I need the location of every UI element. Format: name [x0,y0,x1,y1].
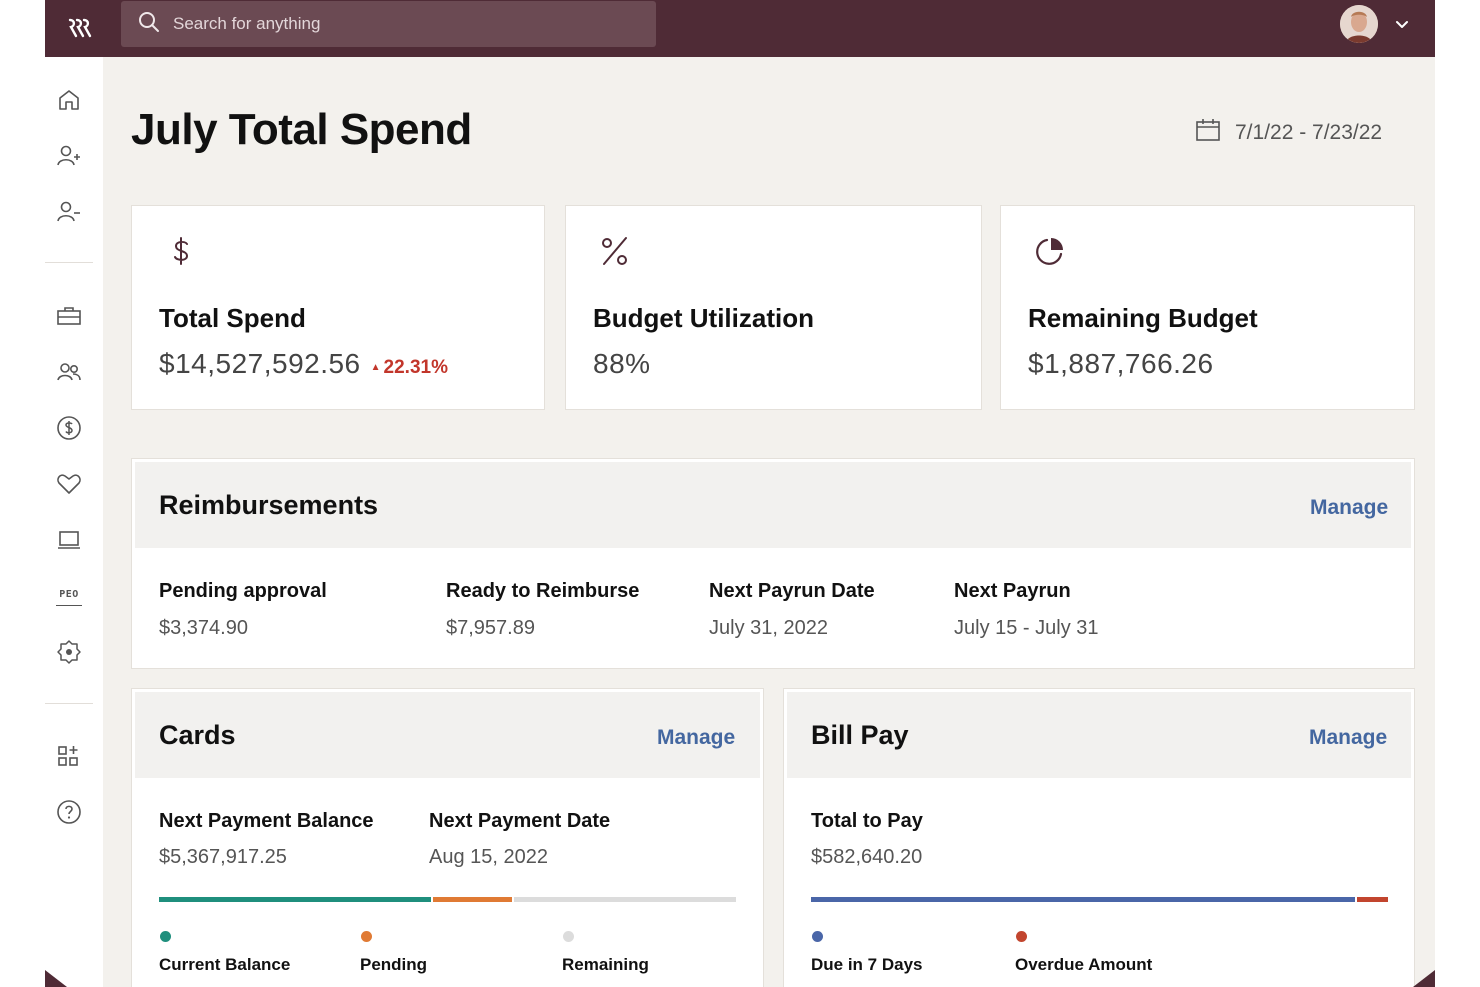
search-icon [137,10,161,39]
field-label: Next Payment Date [429,810,611,832]
top-bar [45,0,1435,57]
manage-reimbursements-link[interactable]: Manage [1310,496,1388,520]
panel-title: Cards [159,720,236,750]
calendar-icon [1195,117,1235,149]
legend-label: Pending [360,955,428,974]
chevron-down-icon[interactable] [1392,14,1412,34]
field-value: Aug 15, 2022 [429,846,548,868]
change-badge: ▲ 22.31% [371,357,448,378]
legend-label: Due in 7 Days [811,955,923,974]
arrow-up-icon: ▲ [370,362,381,373]
pie-chart-icon [1033,234,1067,268]
percent-icon [598,234,632,268]
settings-icon[interactable] [56,639,82,665]
manage-bill-pay-link[interactable]: Manage [1309,726,1387,750]
bar-segment-due-in-7-days [811,897,1355,902]
peo-icon[interactable]: PEO [56,588,82,606]
avatar[interactable] [1340,5,1378,43]
bar-segment-remaining [514,897,736,902]
panel-header: Reimbursements Manage [135,462,1411,548]
apps-icon[interactable] [56,743,82,769]
field-label: Total to Pay [811,810,923,832]
manage-cards-link[interactable]: Manage [657,726,735,750]
search-bar[interactable] [121,1,656,47]
heart-icon[interactable] [56,471,82,497]
field-label: Next Payment Balance [159,810,374,832]
help-icon[interactable] [56,799,82,825]
home-icon[interactable] [56,87,82,113]
field-label: Next Payrun Date [709,580,875,602]
search-input[interactable] [173,14,613,34]
stat-label: Budget Utilization [593,303,814,333]
stat-value: $1,887,766.26 [1028,348,1214,379]
legend-dot-current [160,931,171,942]
legend-label: Current Balance [159,955,291,974]
sidebar-divider [45,703,93,704]
stat-card-total-spend: Total Spend $14,527,592.56 ▲ 22.31% [131,205,545,410]
reimbursements-panel: Reimbursements Manage Pending approval $… [131,458,1415,669]
legend-label: Overdue Amount [1015,955,1153,974]
dollar-icon [164,234,198,268]
app-window: PEO July Total Spend 7/1/22 - 7/23/22 To… [45,0,1435,987]
legend-dot-overdue [1016,931,1027,942]
field-label: Ready to Reimburse [446,580,640,602]
field-label: Next Payrun [954,580,1071,602]
bar-segment-current-balance [159,897,431,902]
stat-label: Total Spend [159,303,306,333]
dollar-circle-icon[interactable] [56,415,82,441]
legend-dot-pending [361,931,372,942]
laptop-icon[interactable] [56,527,82,553]
legend-dot-due [812,931,823,942]
stat-label: Remaining Budget [1028,303,1258,333]
stat-amount: $14,527,592.56 [159,348,361,379]
rippling-logo-icon[interactable] [67,12,99,44]
panel-title: Reimbursements [159,490,379,520]
field-value: $5,367,917.25 [159,846,287,868]
people-icon[interactable] [56,359,82,385]
stat-value: $14,527,592.56 ▲ 22.31% [159,348,448,380]
briefcase-icon[interactable] [56,303,82,329]
remove-user-icon[interactable] [56,199,82,225]
field-value: July 15 - July 31 [954,617,1099,639]
bill-pay-bar [811,897,1388,902]
legend-dot-remaining [563,931,574,942]
stat-card-budget-utilization: Budget Utilization 88% [565,205,982,410]
bill-pay-panel: Bill Pay Manage Total to Pay $582,640.20… [783,688,1415,987]
page-title: July Total Spend [131,105,472,154]
bar-segment-overdue-amount [1357,897,1388,902]
field-value: $7,957.89 [446,617,535,639]
field-value: $582,640.20 [811,846,923,868]
date-range-picker[interactable]: 7/1/22 - 7/23/22 [1195,117,1382,149]
stat-card-remaining-budget: Remaining Budget $1,887,766.26 [1000,205,1415,410]
panel-header: Bill Pay Manage [787,692,1411,778]
sidebar-divider [45,262,93,263]
panel-title: Bill Pay [811,720,909,750]
change-value: 22.31% [383,357,448,378]
bar-segment-pending [433,897,512,902]
field-value: July 31, 2022 [709,617,828,639]
field-label: Pending approval [159,580,327,602]
legend-label: Remaining [562,955,649,974]
field-value: $3,374.90 [159,617,248,639]
sidebar: PEO [45,57,103,987]
stat-value: 88% [593,348,651,379]
add-user-icon[interactable] [56,143,82,169]
panel-header: Cards Manage [135,692,760,778]
date-range-label: 7/1/22 - 7/23/22 [1235,121,1383,144]
cards-panel: Cards Manage Next Payment Balance $5,367… [131,688,764,987]
cards-balance-bar [159,897,736,902]
